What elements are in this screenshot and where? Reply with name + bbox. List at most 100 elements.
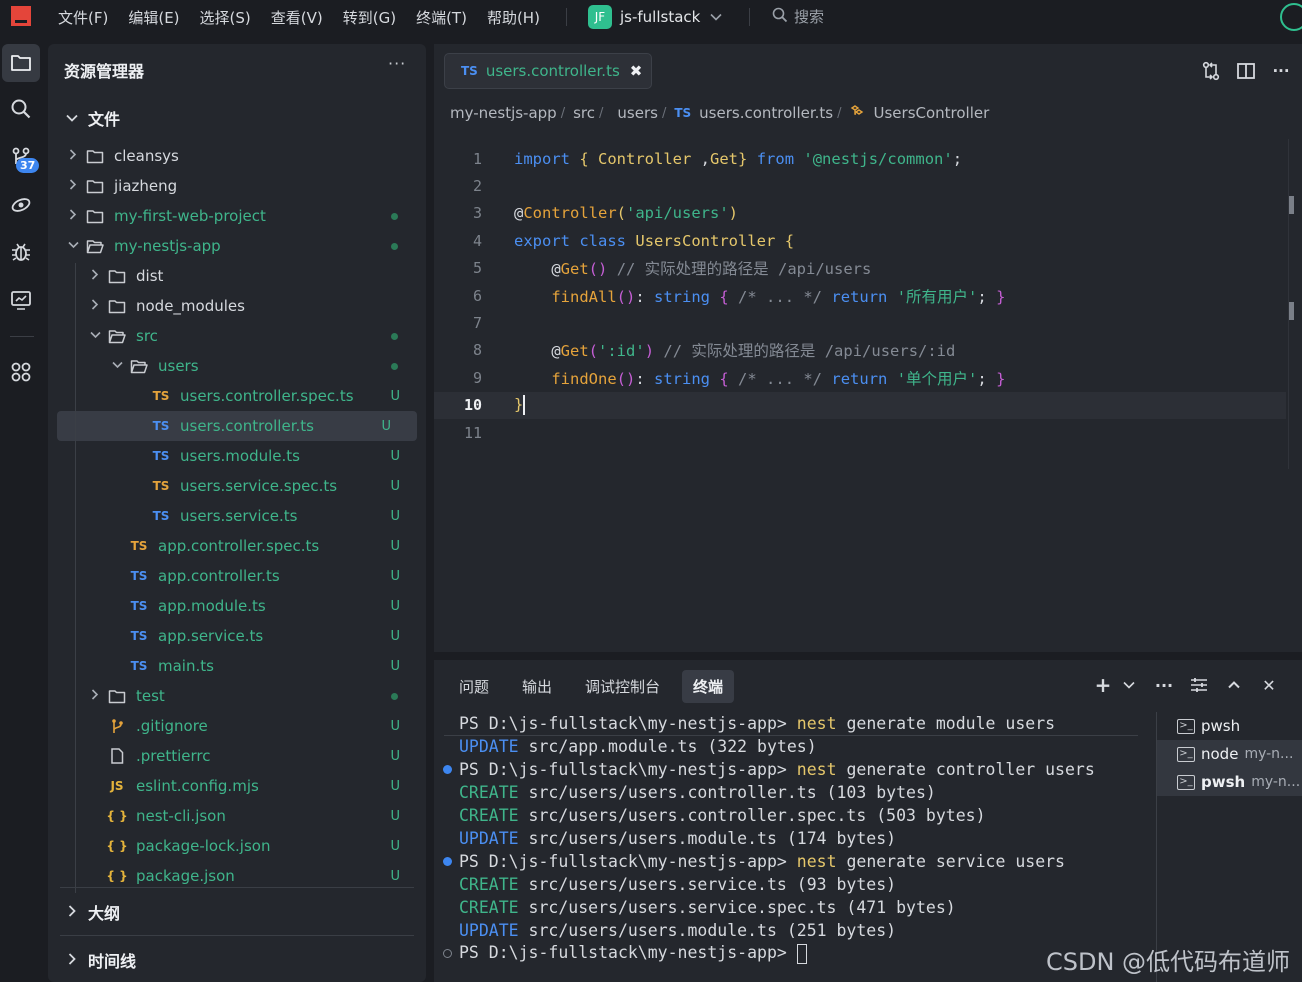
tree-file[interactable]: TS app.module.ts U [48,591,426,621]
tree-folder[interactable]: jiazheng [48,171,426,201]
close-icon[interactable]: ✖ [630,62,643,80]
menu-terminal[interactable]: 终端(T) [416,7,467,28]
menu-file[interactable]: 文件(F) [58,7,108,28]
code-token: '@nestjs/common' [803,149,953,168]
terminal-token: nest [796,760,837,779]
maximize-panel-icon[interactable] [1223,674,1245,696]
terminal-token: src/users/users.controller.ts (103 bytes… [518,783,936,802]
tree-file[interactable]: TS app.service.ts U [48,621,426,651]
tree-file[interactable]: .prettierrc U [48,741,426,771]
tab-debug-console[interactable]: 调试控制台 [574,670,671,703]
terminal-cwd: my-n... [1251,774,1301,790]
command-pending-icon[interactable] [443,949,452,958]
tree-folder[interactable]: my-first-web-project [48,201,426,231]
code-line[interactable]: 2 [434,172,1286,199]
section-outline[interactable]: 大纲 [66,900,120,924]
tree-file[interactable]: { } nest-cli.json U [48,801,426,831]
tab-users-controller[interactable]: TS users.controller.ts ✖ [444,53,652,89]
debug-icon[interactable] [2,233,40,271]
tree-file[interactable]: TS users.service.ts U [48,501,426,531]
code-line[interactable]: 10} [434,391,1286,419]
close-panel-icon[interactable]: ✕ [1258,674,1280,696]
section-timeline[interactable]: 时间线 [66,948,136,972]
tree-folder[interactable]: test [48,681,426,711]
tree-file[interactable]: TS users.controller.spec.ts U [48,381,426,411]
remote-icon[interactable] [2,186,40,224]
code-line[interactable]: 9 findOne(): string { /* ... */ return '… [434,364,1286,391]
scrollbar-thumb[interactable] [1289,302,1294,320]
extensions-icon[interactable] [2,353,40,391]
watermark: CSDN @低代码布道师 [1046,948,1291,976]
terminal-text: PS D:\js-fullstack\my-nestjs-app> nest g… [459,760,1095,779]
panel-more-icon[interactable]: ··· [1153,674,1175,696]
terminal-token: generate service users [836,852,1065,871]
source-control-icon[interactable]: 37 [2,138,40,176]
tree-folder[interactable]: src [48,321,426,351]
code-text: @Get(':id') // 实际处理的路径是 /api/users/:id [514,339,955,361]
tree-file[interactable]: TS app.controller.ts U [48,561,426,591]
tab-terminal[interactable]: 终端 [682,669,735,703]
breadcrumb-item[interactable]: users.controller.ts [699,104,833,122]
tree-folder[interactable]: dist [48,261,426,291]
breadcrumb-item[interactable]: users [617,104,658,122]
code-line[interactable]: 5 @Get() // 实际处理的路径是 /api/users [434,255,1286,282]
code-line[interactable]: 11 [434,419,1286,446]
code-line[interactable]: 1 import { Controller ,Get} from '@nestjs… [434,145,1286,172]
tree-file[interactable]: JS eslint.config.mjs U [48,771,426,801]
tree-file[interactable]: TS users.controller.ts U [57,411,417,441]
project-switcher[interactable]: JF js-fullstack [588,5,722,29]
explorer-more-button[interactable]: ··· [388,54,406,73]
tree-folder[interactable]: users [48,351,426,381]
code-line[interactable]: 7 [434,309,1286,336]
tree-file[interactable]: { } package-lock.json U [48,831,426,861]
search-icon[interactable] [2,90,40,128]
explorer-icon[interactable] [2,44,40,82]
breadcrumb-item[interactable]: my-nestjs-app [450,104,557,122]
menu-help[interactable]: 帮助(H) [487,7,540,28]
tree-folder[interactable]: node_modules [48,291,426,321]
add-terminal-icon[interactable]: + [1092,673,1114,697]
command-decoration-icon[interactable] [443,765,452,774]
tree-folder[interactable]: cleansys [48,141,426,171]
tab-problems[interactable]: 问题 [448,670,500,703]
terminal-instance[interactable]: >_ node my-n... [1157,740,1302,768]
menu-view[interactable]: 查看(V) [271,7,323,28]
section-files[interactable]: 文件 [66,106,120,130]
code-editor[interactable]: 1 import { Controller ,Get} from '@nestjs… [434,145,1286,446]
search-box[interactable]: 搜索 [772,6,824,27]
code-line[interactable]: 6 findAll(): string { /* ... */ return '… [434,282,1286,309]
tree-file[interactable]: TS users.service.spec.ts U [48,471,426,501]
update-icon[interactable] [1280,3,1302,31]
preview-icon[interactable] [2,281,40,319]
terminal-output[interactable]: PS D:\js-fullstack\my-nestjs-app> nest g… [434,712,1154,965]
tree-file[interactable]: .gitignore U [48,711,426,741]
git-status-badge: U [390,508,400,524]
breadcrumb-item[interactable]: UsersController [874,104,990,122]
code-line[interactable]: 3 @Controller('api/users') [434,200,1286,227]
compare-changes-icon[interactable] [1199,59,1223,83]
chevron-down-icon[interactable] [1118,674,1140,696]
editor-more-icon[interactable]: ··· [1269,59,1293,83]
split-editor-icon[interactable] [1234,59,1258,83]
tree-file[interactable]: TS users.module.ts U [48,441,426,471]
menu-edit[interactable]: 编辑(E) [128,7,179,28]
terminal-instance[interactable]: >_ pwsh my-n... [1157,768,1302,796]
terminal-token: CREATE [459,875,519,894]
code-line[interactable]: 4 export class UsersController { [434,227,1286,254]
command-decoration-icon[interactable] [443,857,452,866]
tree-folder[interactable]: my-nestjs-app [48,231,426,261]
menu-selection[interactable]: 选择(S) [200,7,251,28]
tree-file[interactable]: TS main.ts U [48,651,426,681]
menu-go[interactable]: 转到(G) [343,7,396,28]
terminal-instance[interactable]: >_ pwsh [1157,712,1302,740]
scrollbar-thumb[interactable] [1289,196,1294,214]
breadcrumb-item[interactable]: src [573,104,595,122]
tree-file[interactable]: TS app.controller.spec.ts U [48,531,426,561]
panel-layout-icon[interactable] [1188,674,1210,696]
code-line[interactable]: 8 @Get(':id') // 实际处理的路径是 /api/users/:id [434,337,1286,364]
tab-output[interactable]: 输出 [511,670,563,703]
code-token: return [831,287,888,306]
